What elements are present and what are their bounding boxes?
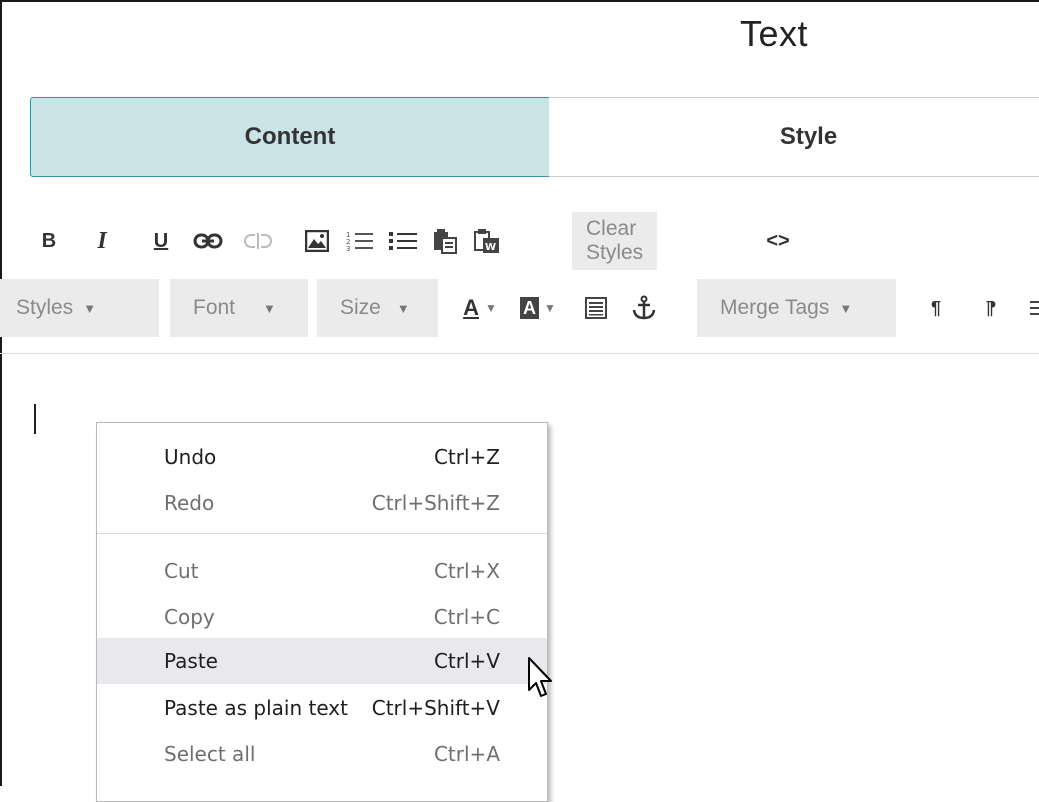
font-dropdown-label: Font — [193, 296, 236, 319]
menu-item-shortcut: Ctrl+A — [433, 742, 500, 766]
menu-item-shortcut: Ctrl+X — [433, 559, 500, 583]
underline-button[interactable]: U — [148, 212, 174, 270]
tab-content[interactable]: Content — [30, 97, 550, 177]
paste-button[interactable] — [431, 212, 459, 270]
background-color-button[interactable]: A ▼ — [512, 279, 564, 337]
context-menu-copy[interactable]: Copy Ctrl+C — [97, 594, 547, 640]
anchor-button[interactable] — [628, 279, 660, 337]
bulleted-list-button[interactable] — [388, 212, 418, 270]
bold-button[interactable]: B — [36, 212, 62, 270]
background-color-icon: A — [520, 297, 540, 319]
align-button[interactable] — [1030, 279, 1039, 337]
text-color-icon: A — [463, 295, 479, 320]
link-button[interactable] — [190, 212, 226, 270]
menu-item-label: Paste as plain text — [164, 696, 348, 720]
menu-item-shortcut: Ctrl+V — [433, 649, 500, 673]
chevron-down-icon: ▼ — [485, 301, 497, 315]
styles-dropdown-label: Styles — [16, 296, 74, 319]
merge-tags-label: Merge Tags — [720, 296, 830, 319]
paste-from-word-icon: W — [474, 229, 499, 253]
source-code-button[interactable]: <> — [758, 212, 798, 270]
context-menu-undo[interactable]: Undo Ctrl+Z — [97, 434, 547, 480]
menu-item-shortcut: Ctrl+Shift+V — [371, 696, 500, 720]
align-icon — [1030, 301, 1039, 315]
panel-title: Text — [740, 13, 809, 54]
clear-styles-label: Clear Styles — [586, 217, 644, 264]
source-code-icon: <> — [766, 229, 790, 252]
paragraph-rtl-icon: ¶ — [985, 297, 996, 318]
menu-item-label: Copy — [164, 605, 215, 629]
anchor-icon — [632, 295, 656, 320]
context-menu: Undo Ctrl+Z Redo Ctrl+Shift+Z Cut Ctrl+X… — [96, 422, 548, 802]
tab-bar: Content Style — [30, 97, 1039, 177]
numbered-list-button[interactable]: 1 2 3 — [345, 212, 375, 270]
bulleted-list-icon — [389, 232, 417, 250]
tab-content-label: Content — [244, 123, 336, 150]
toolbar-divider — [0, 353, 1039, 354]
context-menu-paste-plain-text[interactable]: Paste as plain text Ctrl+Shift+V — [97, 685, 547, 731]
italic-icon: I — [97, 227, 107, 254]
unlink-icon — [244, 233, 272, 249]
menu-item-label: Cut — [164, 559, 199, 583]
menu-item-label: Redo — [164, 491, 215, 515]
size-dropdown[interactable]: Size ▼ — [317, 279, 438, 337]
justify-block-icon — [585, 297, 607, 319]
mouse-pointer-icon — [528, 657, 552, 697]
context-menu-cut[interactable]: Cut Ctrl+X — [97, 548, 547, 594]
text-caret — [34, 404, 36, 434]
context-menu-select-all[interactable]: Select all Ctrl+A — [97, 731, 547, 777]
styles-dropdown[interactable]: Styles ▼ — [0, 279, 159, 337]
numbered-list-icon: 1 2 3 — [346, 231, 373, 253]
underline-icon: U — [153, 229, 169, 252]
chevron-down-icon: ▼ — [839, 300, 853, 316]
bold-icon: B — [41, 229, 57, 252]
menu-item-label: Select all — [164, 742, 256, 766]
tab-style-label: Style — [779, 123, 838, 150]
menu-item-shortcut: Ctrl+C — [433, 605, 500, 629]
font-dropdown[interactable]: Font ▼ — [170, 279, 308, 337]
tab-style[interactable]: Style — [549, 97, 1039, 177]
menu-item-label: Paste — [164, 649, 218, 673]
paragraph-rtl-button[interactable]: ¶ — [980, 279, 1002, 337]
chevron-down-icon: ▼ — [83, 300, 97, 316]
link-icon — [193, 233, 223, 249]
chevron-down-icon: ▼ — [396, 300, 410, 316]
paragraph-ltr-icon: ¶ — [930, 297, 941, 318]
paste-from-word-button[interactable]: W — [473, 212, 501, 270]
unlink-button[interactable] — [240, 212, 276, 270]
context-menu-redo[interactable]: Redo Ctrl+Shift+Z — [97, 480, 547, 526]
italic-button[interactable]: I — [90, 212, 114, 270]
chevron-down-icon: ▼ — [544, 301, 556, 315]
paragraph-ltr-button[interactable]: ¶ — [925, 279, 947, 337]
svg-text:W: W — [485, 242, 496, 253]
size-dropdown-label: Size — [340, 296, 381, 319]
text-color-button[interactable]: A ▼ — [452, 279, 508, 337]
context-menu-paste[interactable]: Paste Ctrl+V — [97, 638, 547, 684]
chevron-down-icon: ▼ — [263, 300, 276, 316]
justify-block-button[interactable] — [581, 279, 611, 337]
image-button[interactable] — [304, 212, 330, 270]
paste-icon — [434, 229, 457, 254]
image-icon — [305, 230, 329, 252]
menu-item-label: Undo — [164, 445, 217, 469]
menu-item-shortcut: Ctrl+Shift+Z — [371, 491, 500, 515]
menu-separator — [97, 533, 547, 534]
clear-styles-button[interactable]: Clear Styles — [572, 212, 658, 270]
merge-tags-dropdown[interactable]: Merge Tags ▼ — [697, 279, 896, 337]
svg-text:3: 3 — [346, 245, 350, 253]
menu-item-shortcut: Ctrl+Z — [433, 445, 500, 469]
